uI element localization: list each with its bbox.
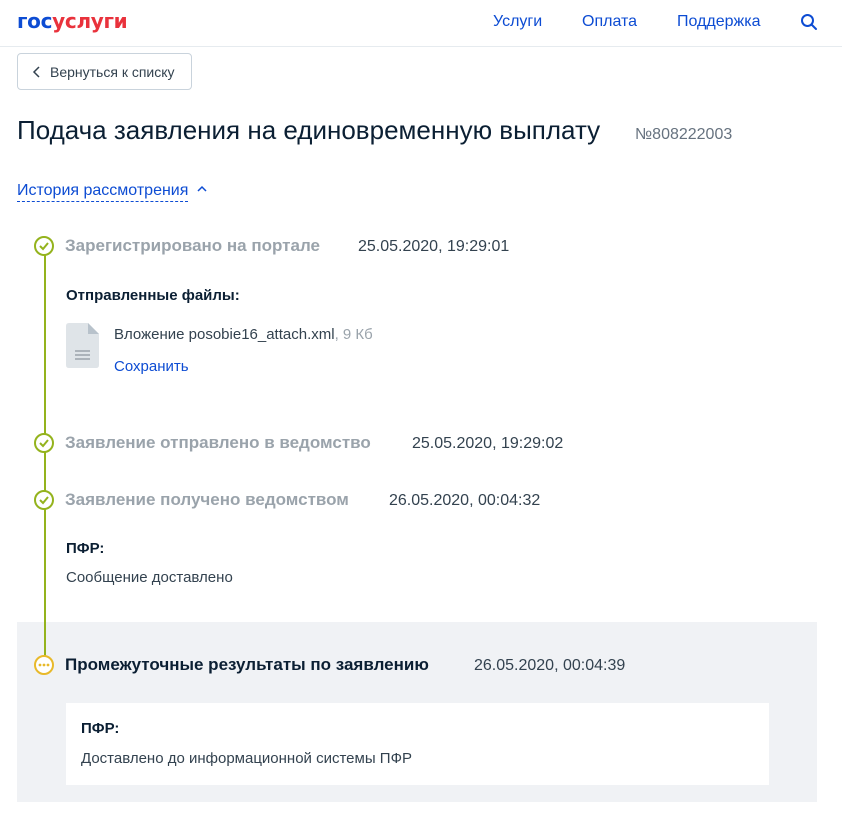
back-to-list-button[interactable]: Вернуться к списку	[17, 53, 192, 90]
step-title: Зарегистрировано на портале	[65, 236, 320, 255]
step-date: 26.05.2020, 00:04:32	[389, 492, 541, 509]
nav-payment[interactable]: Оплата	[582, 13, 637, 31]
step-title: Заявление отправлено в ведомство	[65, 433, 371, 452]
nav-services[interactable]: Услуги	[493, 13, 542, 31]
save-attachment-link[interactable]: Сохранить	[114, 358, 189, 375]
sent-files-heading: Отправленные файлы:	[66, 287, 240, 304]
attachment-size: , 9 Кб	[334, 326, 373, 343]
logo-part-gos: гос	[17, 9, 53, 33]
nav-support[interactable]: Поддержка	[677, 13, 760, 31]
document-icon	[66, 323, 99, 368]
search-icon[interactable]	[800, 13, 818, 31]
step-date: 25.05.2020, 19:29:01	[358, 238, 510, 255]
step-title: Промежуточные результаты по заявлению	[65, 655, 429, 674]
in-progress-icon	[34, 655, 54, 675]
check-circle-icon	[34, 236, 54, 256]
attachment-file-name: Вложение posobie16_attach.xml	[114, 326, 335, 343]
step-date: 26.05.2020, 00:04:39	[474, 657, 626, 674]
step-date: 25.05.2020, 19:29:02	[412, 435, 564, 452]
attachment-name: Вложение posobie16_attach.xml, 9 Кб	[114, 326, 373, 343]
org-label: ПФР:	[66, 540, 105, 557]
logo-part-uslugi: услуги	[52, 9, 128, 33]
gosuslugi-logo[interactable]: госуслуги	[17, 9, 128, 33]
chevron-left-icon	[32, 65, 40, 78]
history-toggle-link[interactable]: История рассмотрения	[17, 181, 189, 202]
timeline-line	[44, 246, 46, 666]
chevron-up-icon[interactable]	[196, 184, 208, 194]
org-label: ПФР:	[81, 720, 120, 737]
step-title: Заявление получено ведомством	[65, 490, 349, 509]
step-message: Доставлено до информационной системы ПФР	[81, 750, 412, 767]
result-card	[66, 703, 769, 785]
top-header: госуслуги Услуги Оплата Поддержка	[0, 0, 842, 47]
back-button-label: Вернуться к списку	[50, 63, 175, 80]
check-circle-icon	[34, 490, 54, 510]
step-message: Сообщение доставлено	[66, 569, 233, 586]
check-circle-icon	[34, 433, 54, 453]
application-number: №808222003	[635, 126, 733, 143]
page-title: Подача заявления на единовременную выпла…	[17, 115, 601, 145]
